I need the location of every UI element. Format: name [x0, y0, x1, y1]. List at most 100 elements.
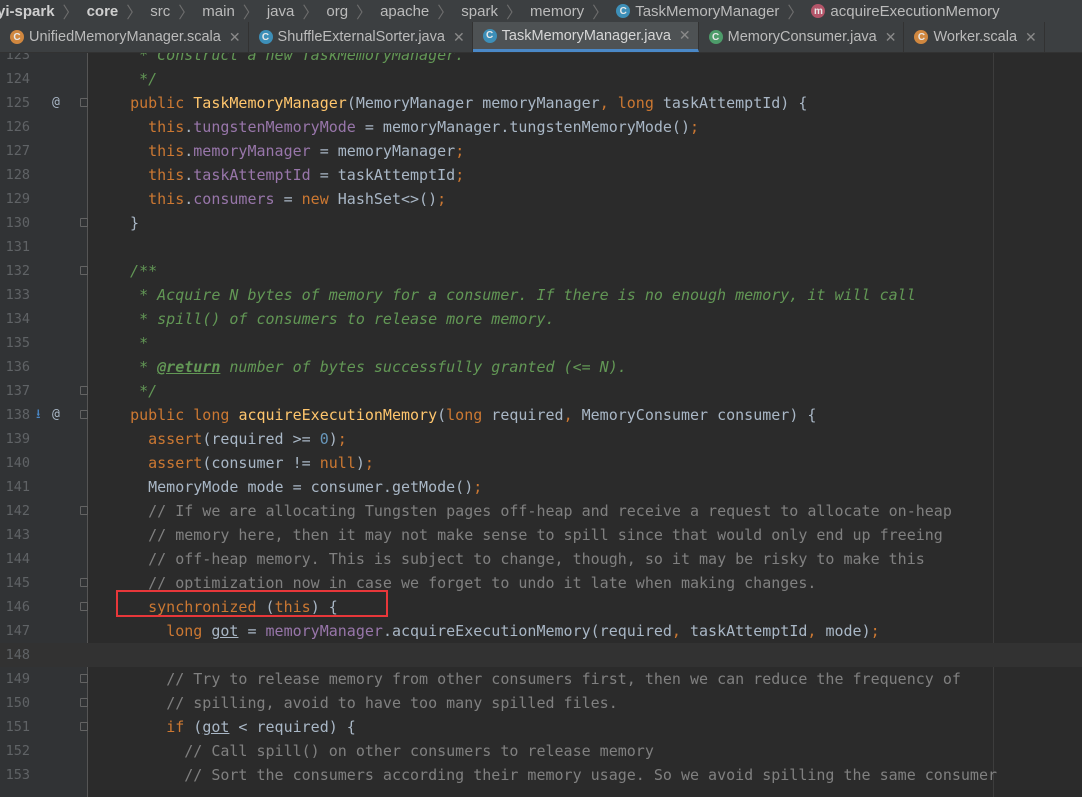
fold-marker-icon[interactable]	[80, 722, 88, 731]
code-line[interactable]: 133 * Acquire N bytes of memory for a co…	[0, 283, 1082, 307]
code-text[interactable]: * spill() of consumers to release more m…	[112, 307, 554, 331]
code-text[interactable]: }	[112, 211, 139, 235]
fold-marker-icon[interactable]	[80, 674, 88, 683]
code-line[interactable]: 153 // Sort the consumers according thei…	[0, 763, 1082, 787]
tab-unified-memory-manager[interactable]: C UnifiedMemoryManager.scala ✕	[0, 22, 249, 52]
code-line[interactable]: 125 @ public TaskMemoryManager(MemoryMana…	[0, 91, 1082, 115]
line-number[interactable]: 136	[2, 355, 30, 379]
breadcrumb-module[interactable]: core	[87, 3, 119, 20]
breadcrumb-folder[interactable]: main	[202, 3, 235, 20]
line-number[interactable]: 124	[2, 67, 30, 91]
breadcrumb-class[interactable]: C TaskMemoryManager	[616, 3, 779, 20]
code-line[interactable]: 151 if (got < required) {	[0, 715, 1082, 739]
overrides-icon[interactable]: @	[52, 403, 60, 427]
close-icon[interactable]: ✕	[679, 27, 691, 44]
code-text[interactable]: public TaskMemoryManager(MemoryManager m…	[112, 91, 807, 115]
code-text[interactable]: // Try to release memory from other cons…	[112, 667, 961, 691]
fold-marker-icon[interactable]	[80, 98, 88, 107]
code-text[interactable]: /**	[112, 259, 157, 283]
implemented-icon[interactable]: ⭳	[36, 403, 41, 427]
fold-marker-icon[interactable]	[80, 506, 88, 515]
line-number[interactable]: 142	[2, 499, 30, 523]
code-line[interactable]: 137 */	[0, 379, 1082, 403]
code-line[interactable]: 127 this.memoryManager = memoryManager;	[0, 139, 1082, 163]
breadcrumb-folder[interactable]: java	[267, 3, 295, 20]
tab-task-memory-manager[interactable]: C TaskMemoryManager.java ✕	[472, 22, 699, 52]
code-text[interactable]: assert(required >= 0);	[112, 427, 347, 451]
tab-shuffle-external-sorter[interactable]: C ShuffleExternalSorter.java ✕	[249, 22, 473, 52]
close-icon[interactable]: ✕	[885, 29, 897, 46]
code-text[interactable]: public long acquireExecutionMemory(long …	[112, 403, 816, 427]
code-text[interactable]: * @return number of bytes successfully g…	[112, 355, 627, 379]
close-icon[interactable]: ✕	[229, 29, 241, 46]
breadcrumb-method[interactable]: m acquireExecutionMemory	[811, 3, 1000, 20]
breadcrumb-package[interactable]: memory	[530, 3, 584, 20]
line-number[interactable]: 150	[2, 691, 30, 715]
code-line[interactable]: 149 // Try to release memory from other …	[0, 667, 1082, 691]
code-editor[interactable]: 123 * Construct a new TaskMemoryManager.…	[0, 53, 1082, 797]
line-number[interactable]: 127	[2, 139, 30, 163]
code-line[interactable]: 139 assert(required >= 0);	[0, 427, 1082, 451]
line-number[interactable]: 137	[2, 379, 30, 403]
close-icon[interactable]: ✕	[453, 29, 465, 46]
code-text[interactable]: * Construct a new TaskMemoryManager.	[112, 53, 464, 67]
line-number[interactable]: 139	[2, 427, 30, 451]
breadcrumb-folder[interactable]: src	[150, 3, 170, 20]
line-number[interactable]: 148	[2, 643, 30, 667]
code-line[interactable]: 152 // Call spill() on other consumers t…	[0, 739, 1082, 763]
line-number[interactable]: 135	[2, 331, 30, 355]
code-text[interactable]: // off-heap memory. This is subject to c…	[112, 547, 925, 571]
tab-worker[interactable]: C Worker.scala ✕	[904, 22, 1045, 52]
code-line[interactable]: 134 * spill() of consumers to release mo…	[0, 307, 1082, 331]
code-text[interactable]: // Sort the consumers according their me…	[112, 763, 997, 787]
close-icon[interactable]: ✕	[1025, 29, 1037, 46]
code-text[interactable]: // memory here, then it may not make sen…	[112, 523, 943, 547]
code-text[interactable]: this.taskAttemptId = taskAttemptId;	[112, 163, 464, 187]
line-number[interactable]: 141	[2, 475, 30, 499]
breadcrumb-project[interactable]: yi-spark	[0, 3, 55, 20]
tab-memory-consumer[interactable]: C MemoryConsumer.java ✕	[699, 22, 905, 52]
code-line[interactable]: 123 * Construct a new TaskMemoryManager.	[0, 53, 1082, 67]
line-number[interactable]: 146	[2, 595, 30, 619]
code-line[interactable]: 141 MemoryMode mode = consumer.getMode()…	[0, 475, 1082, 499]
line-number[interactable]: 152	[2, 739, 30, 763]
code-line[interactable]: 147 long got = memoryManager.acquireExec…	[0, 619, 1082, 643]
line-number[interactable]: 125	[2, 91, 30, 115]
code-text[interactable]: * Acquire N bytes of memory for a consum…	[112, 283, 916, 307]
code-text[interactable]: *	[112, 331, 148, 355]
line-number[interactable]: 143	[2, 523, 30, 547]
code-text[interactable]: */	[112, 379, 157, 403]
code-line[interactable]: 144 // off-heap memory. This is subject …	[0, 547, 1082, 571]
code-line[interactable]: 142 // If we are allocating Tungsten pag…	[0, 499, 1082, 523]
fold-marker-icon[interactable]	[80, 578, 88, 587]
breadcrumb-package[interactable]: spark	[461, 3, 498, 20]
code-line[interactable]: 131	[0, 235, 1082, 259]
code-text[interactable]: this.tungstenMemoryMode = memoryManager.…	[112, 115, 699, 139]
code-text[interactable]: this.memoryManager = memoryManager;	[112, 139, 464, 163]
line-number[interactable]: 129	[2, 187, 30, 211]
code-text[interactable]: // If we are allocating Tungsten pages o…	[112, 499, 952, 523]
code-line[interactable]: 128 this.taskAttemptId = taskAttemptId;	[0, 163, 1082, 187]
code-text[interactable]: if (got < required) {	[112, 715, 356, 739]
line-number[interactable]: 134	[2, 307, 30, 331]
line-number[interactable]: 145	[2, 571, 30, 595]
line-number[interactable]: 126	[2, 115, 30, 139]
line-number[interactable]: 153	[2, 763, 30, 787]
fold-marker-icon[interactable]	[80, 602, 88, 611]
code-line[interactable]: 136 * @return number of bytes successful…	[0, 355, 1082, 379]
line-number[interactable]: 133	[2, 283, 30, 307]
code-line[interactable]: 148	[0, 643, 1082, 667]
code-text[interactable]: MemoryMode mode = consumer.getMode();	[112, 475, 482, 499]
line-number[interactable]: 147	[2, 619, 30, 643]
line-number[interactable]: 123	[2, 53, 30, 67]
line-number[interactable]: 132	[2, 259, 30, 283]
line-number[interactable]: 140	[2, 451, 30, 475]
code-line[interactable]: 126 this.tungstenMemoryMode = memoryMana…	[0, 115, 1082, 139]
line-number[interactable]: 149	[2, 667, 30, 691]
line-number[interactable]: 128	[2, 163, 30, 187]
code-text[interactable]: assert(consumer != null);	[112, 451, 374, 475]
overrides-icon[interactable]: @	[52, 91, 60, 115]
code-line[interactable]: 143 // memory here, then it may not make…	[0, 523, 1082, 547]
line-number[interactable]: 130	[2, 211, 30, 235]
line-number[interactable]: 131	[2, 235, 30, 259]
